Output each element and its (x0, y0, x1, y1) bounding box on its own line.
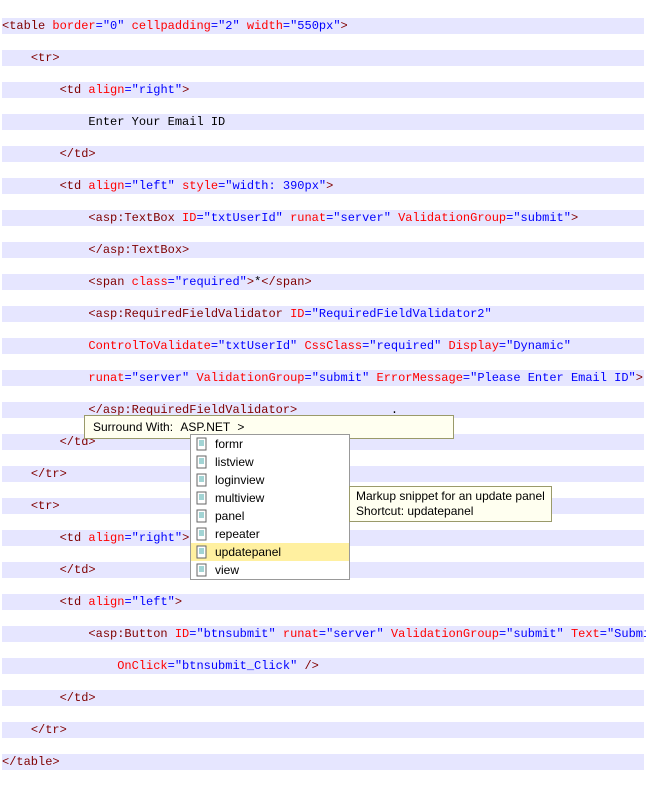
snippet-item-loginview[interactable]: loginview (191, 471, 349, 489)
file-icon (195, 563, 209, 577)
code-line: </td> (2, 146, 644, 162)
file-icon (195, 437, 209, 451)
code-line: <tr> (2, 50, 644, 66)
code-line: ControlToValidate="txtUserId" CssClass="… (2, 338, 644, 354)
file-icon (195, 491, 209, 505)
snippet-item-label: formr (215, 437, 243, 451)
file-icon (195, 455, 209, 469)
snippet-item-label: panel (215, 509, 244, 523)
snippet-item-label: listview (215, 455, 254, 469)
snippet-item-repeater[interactable]: repeater (191, 525, 349, 543)
code-line: OnClick="btnsubmit_Click" /> (2, 658, 644, 674)
snippet-item-listview[interactable]: listview (191, 453, 349, 471)
snippet-item-panel[interactable]: panel (191, 507, 349, 525)
code-line: </tr> (2, 722, 644, 738)
surround-with-path[interactable]: ASP.NET (180, 420, 230, 434)
code-line: </asp:TextBox> (2, 242, 644, 258)
code-line: Enter Your Email ID (2, 114, 644, 130)
code-line: <td align="left" style="width: 390px"> (2, 178, 644, 194)
snippet-item-label: repeater (215, 527, 260, 541)
tooltip-shortcut: Shortcut: updatepanel (356, 504, 545, 519)
file-icon (195, 527, 209, 541)
snippet-item-formr[interactable]: formr (191, 435, 349, 453)
snippet-item-label: loginview (215, 473, 264, 487)
code-editor[interactable]: <table border="0" cellpadding="2" width=… (0, 0, 646, 788)
code-line: runat="server" ValidationGroup="submit" … (2, 370, 644, 386)
code-line: <asp:RequiredFieldValidator ID="Required… (2, 306, 644, 322)
code-line: </td> (2, 690, 644, 706)
snippet-item-label: multiview (215, 491, 264, 505)
code-line: </table> (2, 754, 644, 770)
snippet-item-updatepanel[interactable]: updatepanel (191, 543, 349, 561)
chevron-right-icon: > (237, 420, 244, 434)
code-line: <asp:Button ID="btnsubmit" runat="server… (2, 626, 644, 642)
snippet-item-label: view (215, 563, 239, 577)
code-line: <asp:TextBox ID="txtUserId" runat="serve… (2, 210, 644, 226)
code-line: <span class="required">*</span> (2, 274, 644, 290)
code-line: <td align="left"> (2, 594, 644, 610)
snippet-tooltip: Markup snippet for an update panel Short… (349, 486, 552, 522)
code-line: <table border="0" cellpadding="2" width=… (2, 18, 644, 34)
snippet-item-view[interactable]: view (191, 561, 349, 579)
surround-with-label: Surround With: (93, 420, 173, 434)
code-line: <td align="right"> (2, 82, 644, 98)
snippet-item-multiview[interactable]: multiview (191, 489, 349, 507)
file-icon (195, 473, 209, 487)
snippet-item-label: updatepanel (215, 545, 281, 559)
file-icon (195, 545, 209, 559)
tooltip-desc: Markup snippet for an update panel (356, 489, 545, 504)
snippet-dropdown[interactable]: formr listview loginview multiview panel… (190, 434, 350, 580)
file-icon (195, 509, 209, 523)
